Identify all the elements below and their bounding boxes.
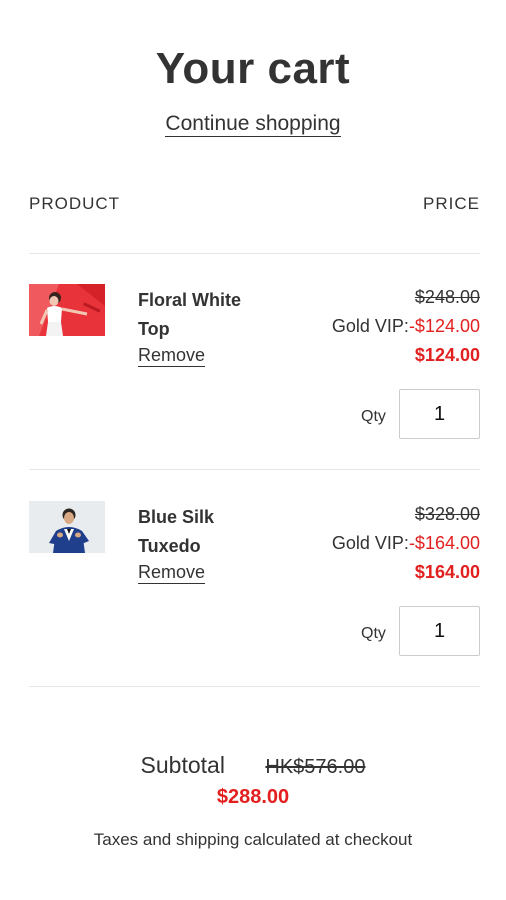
subtotal-label: Subtotal bbox=[140, 752, 225, 778]
vip-discount-line: Gold VIP:-$124.00 bbox=[332, 316, 480, 337]
continue-shopping-container: Continue shopping bbox=[0, 112, 506, 137]
qty-label: Qty bbox=[361, 625, 386, 642]
tax-shipping-note: Taxes and shipping calculated at checkou… bbox=[93, 830, 413, 849]
divider bbox=[29, 686, 480, 687]
original-price: $328.00 bbox=[414, 504, 480, 524]
cart-item-floral-white-top: Floral White Top Remove $248.00 Gold VIP… bbox=[0, 284, 506, 484]
vip-discount-line: Gold VIP:-$164.00 bbox=[332, 533, 480, 554]
continue-shopping-link[interactable]: Continue shopping bbox=[165, 112, 341, 137]
vip-label: Gold VIP: bbox=[331, 316, 409, 336]
item-name[interactable]: Floral White Top bbox=[138, 286, 258, 344]
final-price: $164.00 bbox=[414, 562, 480, 582]
page-title: Your cart bbox=[155, 44, 351, 93]
subtotal-row: Subtotal HK$576.00 bbox=[0, 752, 506, 779]
quantity-input[interactable] bbox=[399, 606, 480, 656]
divider bbox=[29, 253, 480, 254]
subtotal-original-price: HK$576.00 bbox=[265, 756, 366, 778]
product-image-blue-silk-tuxedo[interactable] bbox=[29, 501, 105, 553]
vip-label: Gold VIP: bbox=[331, 533, 409, 553]
original-price: $248.00 bbox=[414, 287, 480, 307]
price-column-header: PRICE bbox=[423, 194, 480, 213]
vip-discount-amount: -$164.00 bbox=[408, 533, 480, 553]
vip-discount-amount: -$124.00 bbox=[408, 316, 480, 336]
qty-label: Qty bbox=[361, 408, 386, 425]
quantity-input[interactable] bbox=[399, 389, 480, 439]
remove-button[interactable]: Remove bbox=[138, 344, 206, 367]
final-price: $124.00 bbox=[414, 345, 480, 365]
subtotal-final-price: $288.00 bbox=[216, 786, 290, 808]
divider bbox=[29, 469, 480, 470]
cart-item-blue-silk-tuxedo: Blue Silk Tuxedo Remove $328.00 Gold VIP… bbox=[0, 501, 506, 701]
remove-button[interactable]: Remove bbox=[138, 561, 206, 584]
item-name[interactable]: Blue Silk Tuxedo bbox=[138, 503, 258, 561]
product-image-floral-white-top[interactable] bbox=[29, 284, 105, 336]
product-column-header: PRODUCT bbox=[29, 194, 121, 213]
